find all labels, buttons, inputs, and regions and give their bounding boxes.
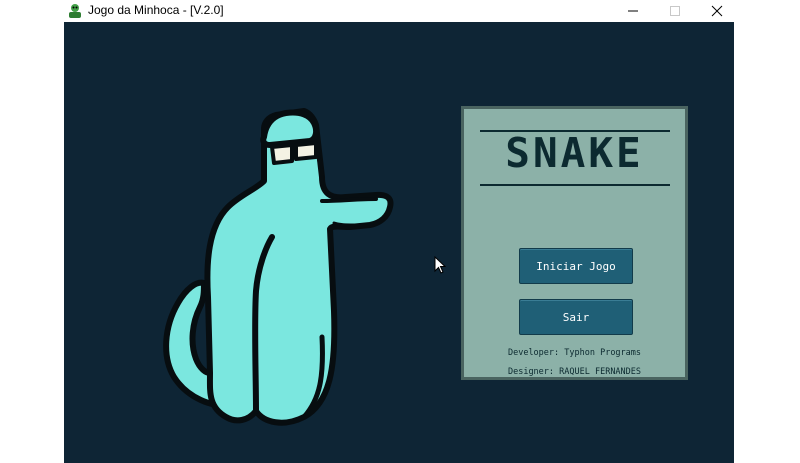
logo-bottom-line bbox=[480, 184, 670, 186]
main-menu-panel: SNAKE Iniciar Jogo Sair Developer: Typho… bbox=[461, 106, 688, 380]
start-game-button[interactable]: Iniciar Jogo bbox=[519, 248, 633, 284]
maximize-button[interactable] bbox=[654, 0, 696, 22]
mouse-cursor-icon bbox=[434, 256, 446, 274]
game-logo: SNAKE bbox=[505, 129, 644, 177]
game-area: SNAKE Iniciar Jogo Sair Developer: Typho… bbox=[64, 22, 734, 463]
worm-mascot-illustration bbox=[163, 108, 394, 426]
worm-app-icon bbox=[69, 4, 81, 18]
window-title: Jogo da Minhoca - [V.2.0] bbox=[88, 3, 224, 17]
exit-button[interactable]: Sair bbox=[519, 299, 633, 335]
close-icon bbox=[711, 5, 723, 17]
designer-credit: Designer: RAQUEL FERNANDES bbox=[507, 367, 642, 377]
close-button[interactable] bbox=[696, 0, 738, 22]
minimize-icon bbox=[628, 10, 638, 12]
maximize-icon bbox=[670, 6, 680, 16]
minimize-button[interactable] bbox=[612, 0, 654, 22]
developer-credit: Developer: Typhon Programs bbox=[507, 348, 642, 358]
title-bar: Jogo da Minhoca - [V.2.0] bbox=[0, 0, 800, 22]
